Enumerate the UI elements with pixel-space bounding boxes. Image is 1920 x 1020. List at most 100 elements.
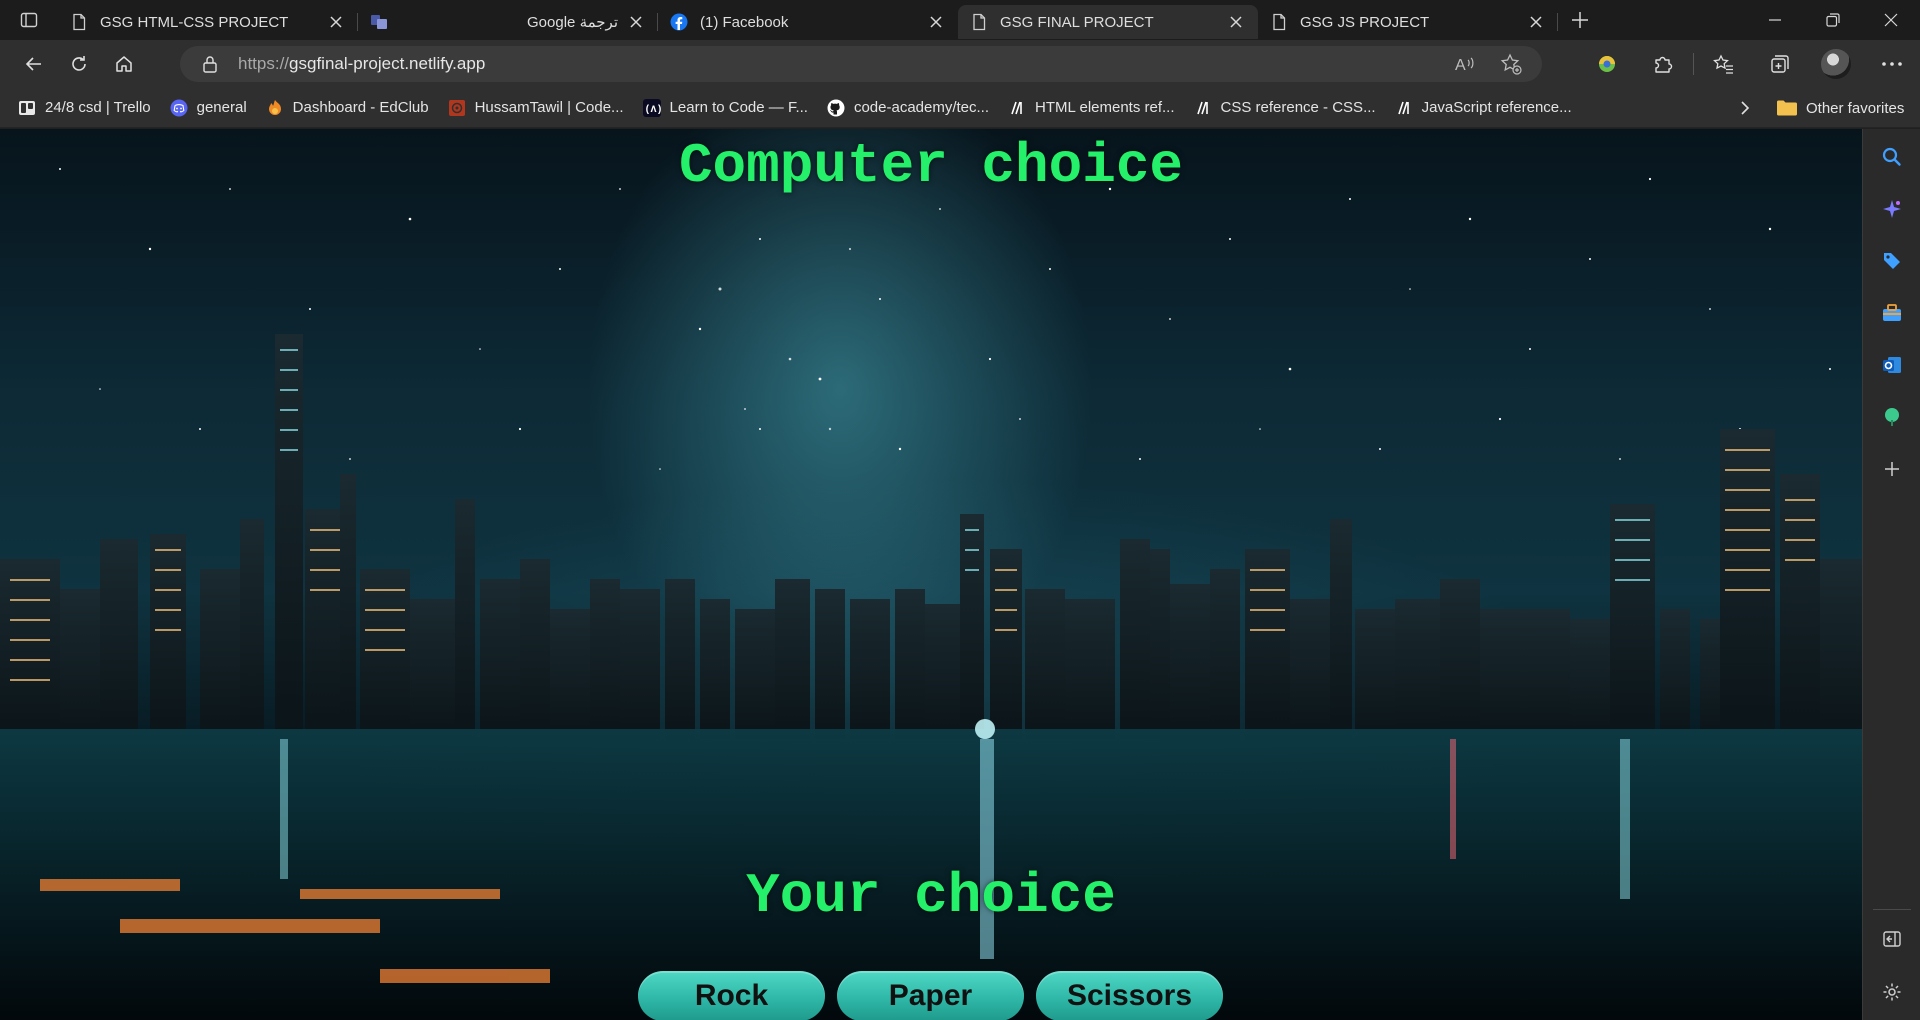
computer-choice-heading: Computer choice bbox=[678, 134, 1184, 198]
tab-title: Google ترجمة bbox=[527, 14, 618, 31]
sidebar-hide-button[interactable] bbox=[1872, 919, 1912, 959]
back-button[interactable] bbox=[12, 44, 56, 84]
profile-button[interactable] bbox=[1808, 44, 1864, 84]
tag-icon bbox=[1884, 253, 1900, 269]
search-icon bbox=[1882, 147, 1901, 166]
other-favorites-label: Other favorites bbox=[1806, 99, 1905, 117]
favorite-label: general bbox=[196, 99, 247, 116]
svg-text:A: A bbox=[1455, 57, 1466, 74]
star-add-icon bbox=[1500, 53, 1522, 75]
close-icon[interactable] bbox=[1526, 12, 1546, 32]
extensions-button[interactable] bbox=[1635, 44, 1691, 84]
close-icon[interactable] bbox=[626, 12, 646, 32]
edge-sidebar bbox=[1862, 129, 1920, 1020]
navigation-toolbar: https://gsgfinal-project.netlify.app A bbox=[0, 40, 1920, 88]
home-button[interactable] bbox=[102, 44, 146, 84]
restore-button[interactable] bbox=[1804, 0, 1862, 40]
url-scheme: https:// bbox=[238, 54, 290, 73]
trello-icon bbox=[18, 99, 36, 117]
tab-facebook[interactable]: (1) Facebook bbox=[658, 5, 958, 39]
favorite-label: Dashboard - EdClub bbox=[292, 99, 429, 116]
scissors-button[interactable]: Scissors bbox=[1036, 971, 1223, 1020]
sidebar-games-button[interactable] bbox=[1872, 397, 1912, 437]
sidebar-outlook-button[interactable] bbox=[1872, 345, 1912, 385]
minimize-icon bbox=[1769, 19, 1781, 21]
refresh-button[interactable] bbox=[57, 44, 101, 84]
tab-title: GSG FINAL PROJECT bbox=[1000, 13, 1154, 31]
favorite-github[interactable]: code-academy/tec... bbox=[827, 92, 998, 124]
tab-google-translate[interactable]: Google ترجمة bbox=[358, 5, 658, 39]
url-text[interactable]: https://gsgfinal-project.netlify.app bbox=[238, 54, 485, 74]
site-info-button[interactable] bbox=[190, 46, 230, 82]
settings-and-more-button[interactable] bbox=[1864, 44, 1920, 84]
panel-collapse-icon bbox=[1883, 931, 1901, 947]
favorite-mdn-css[interactable]: CSS reference - CSS... bbox=[1194, 92, 1385, 124]
restore-icon bbox=[1826, 13, 1840, 27]
other-favorites-folder[interactable]: Other favorites bbox=[1776, 92, 1904, 124]
edclub-icon bbox=[266, 99, 284, 117]
favorites-bar: 24/8 csd | Trello general Dashboard - Ed… bbox=[0, 88, 1920, 128]
close-icon[interactable] bbox=[926, 12, 946, 32]
more-icon bbox=[1882, 62, 1902, 66]
add-favorite-button[interactable] bbox=[1488, 46, 1534, 82]
paper-button[interactable]: Paper bbox=[837, 971, 1024, 1020]
sparkle-icon bbox=[1883, 200, 1901, 218]
close-icon[interactable] bbox=[326, 12, 346, 32]
codewars-icon bbox=[448, 99, 466, 117]
freecodecamp-icon: (Λ) bbox=[642, 98, 661, 117]
favorite-label: JavaScript reference... bbox=[1421, 99, 1572, 116]
lock-icon bbox=[203, 56, 217, 73]
page-icon bbox=[973, 13, 986, 31]
sidebar-add-button[interactable] bbox=[1872, 449, 1912, 489]
close-window-button[interactable] bbox=[1862, 0, 1920, 40]
your-choice-heading: Your choice bbox=[746, 864, 1116, 928]
rock-button[interactable]: Rock bbox=[638, 971, 825, 1020]
extension-icon bbox=[1599, 56, 1615, 72]
page-icon bbox=[73, 13, 86, 31]
address-bar[interactable]: https://gsgfinal-project.netlify.app A bbox=[180, 46, 1542, 82]
sidebar-settings-button[interactable] bbox=[1872, 972, 1912, 1012]
favorite-mdn-javascript[interactable]: JavaScript reference... bbox=[1395, 92, 1581, 124]
favorite-codewars[interactable]: HussamTawil | Code... bbox=[448, 92, 633, 124]
favorite-label: HTML elements ref... bbox=[1035, 99, 1175, 116]
sidebar-divider bbox=[1873, 909, 1911, 910]
translate-icon bbox=[371, 15, 387, 29]
gear-icon bbox=[1883, 983, 1901, 1001]
tab-gsg-html-css[interactable]: GSG HTML-CSS PROJECT bbox=[58, 5, 358, 39]
favorite-label: code-academy/tec... bbox=[853, 99, 990, 116]
favorites-button[interactable] bbox=[1696, 44, 1752, 84]
tab-actions-button[interactable] bbox=[0, 0, 58, 40]
discord-icon bbox=[170, 99, 188, 117]
favorite-trello[interactable]: 24/8 csd | Trello bbox=[18, 92, 160, 124]
new-tab-button[interactable] bbox=[1558, 2, 1602, 38]
mdn-icon bbox=[1008, 99, 1026, 117]
sidebar-tools-button[interactable] bbox=[1872, 293, 1912, 333]
collections-button[interactable] bbox=[1752, 44, 1808, 84]
favorite-label: 24/8 csd | Trello bbox=[45, 99, 151, 116]
back-arrow-icon bbox=[25, 57, 41, 71]
favorite-freecodecamp[interactable]: (Λ) Learn to Code — F... bbox=[642, 92, 817, 124]
tab-title: GSG HTML-CSS PROJECT bbox=[100, 13, 289, 31]
read-aloud-button[interactable]: A bbox=[1442, 46, 1488, 82]
url-host: gsgfinal-project.netlify.app bbox=[289, 54, 486, 73]
sidebar-shopping-button[interactable] bbox=[1872, 241, 1912, 281]
sidebar-search-button[interactable] bbox=[1872, 137, 1912, 177]
favorite-edclub[interactable]: Dashboard - EdClub bbox=[266, 92, 438, 124]
home-icon bbox=[116, 56, 132, 72]
tab-separator bbox=[1557, 13, 1558, 31]
close-icon[interactable] bbox=[1226, 12, 1246, 32]
close-icon bbox=[1884, 13, 1898, 27]
tab-gsg-js-project[interactable]: GSG JS PROJECT bbox=[1258, 5, 1558, 39]
favorite-mdn-html[interactable]: HTML elements ref... bbox=[1008, 92, 1183, 124]
tab-gsg-final-project[interactable]: GSG FINAL PROJECT bbox=[958, 5, 1258, 39]
outlook-icon bbox=[1883, 357, 1901, 373]
favorite-discord-general[interactable]: general bbox=[170, 92, 256, 124]
extension-colorful-button[interactable] bbox=[1579, 44, 1635, 84]
favorites-overflow-button[interactable] bbox=[1730, 92, 1760, 124]
minimize-button[interactable] bbox=[1746, 0, 1804, 40]
facebook-icon bbox=[670, 13, 688, 31]
sidebar-copilot-button[interactable] bbox=[1872, 189, 1912, 229]
svg-text:(Λ): (Λ) bbox=[644, 104, 661, 116]
tree-icon bbox=[1885, 408, 1899, 426]
collections-icon bbox=[1771, 55, 1789, 73]
